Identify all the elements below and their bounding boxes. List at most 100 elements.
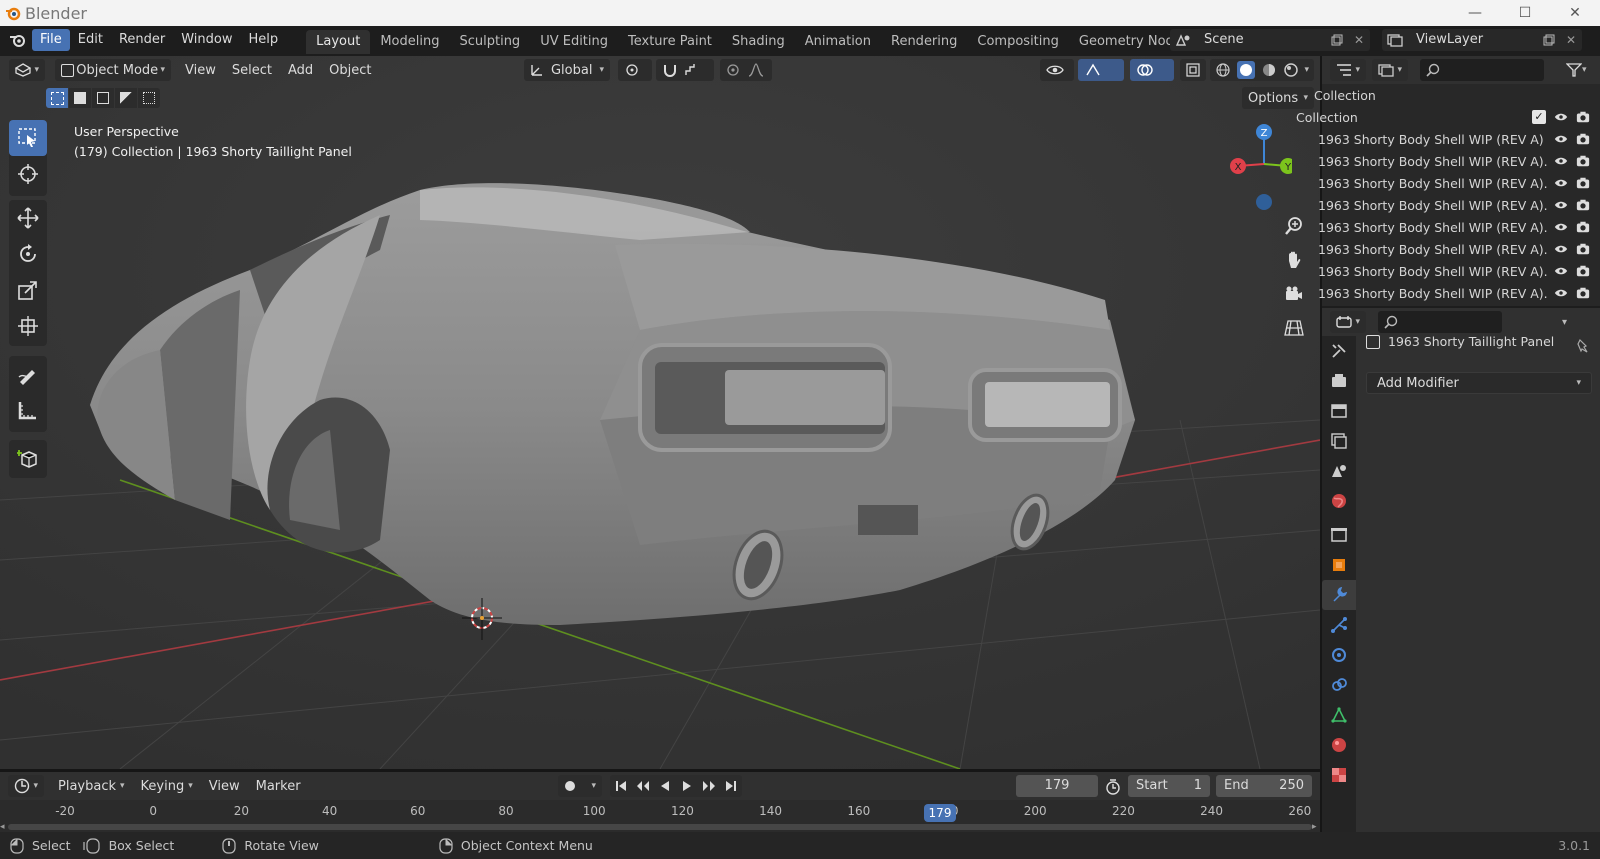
render-camera-icon[interactable] [1576, 176, 1590, 190]
tab-modifiers[interactable] [1322, 580, 1356, 610]
render-camera-icon[interactable] [1576, 132, 1590, 146]
outliner-item[interactable]: 1963 Shorty Body Shell WIP (REV A). [1318, 172, 1600, 194]
close-button[interactable]: ✕ [1550, 0, 1600, 26]
tab-collection[interactable] [1322, 520, 1356, 550]
visibility-eye-icon[interactable] [1554, 110, 1568, 124]
tab-texture[interactable] [1322, 760, 1356, 790]
visibility-eye-icon[interactable] [1554, 132, 1568, 146]
play-reverse-icon[interactable] [654, 775, 676, 797]
measure-tool[interactable] [9, 392, 47, 428]
tab-render[interactable] [1322, 366, 1356, 396]
editor-type-dropdown[interactable]: ▾ [9, 59, 45, 81]
select-box-tool[interactable] [9, 120, 47, 156]
move-tool[interactable] [9, 200, 47, 236]
3d-viewport[interactable] [0, 56, 1320, 769]
mode-dropdown[interactable]: Object Mode ▾ [55, 59, 171, 81]
outliner-item[interactable]: 1963 Shorty Body Shell WIP (REV A). [1318, 238, 1600, 260]
jump-start-icon[interactable] [610, 775, 632, 797]
visibility-eye-icon[interactable] [1554, 286, 1568, 300]
select-new-icon[interactable] [46, 88, 68, 108]
select-extend-icon[interactable] [69, 88, 91, 108]
outliner-item[interactable]: 1963 Shorty Body Shell WIP (REV A). [1318, 282, 1600, 304]
transform-tool[interactable] [9, 308, 47, 344]
visibility-dropdown[interactable] [1040, 59, 1074, 81]
render-camera-icon[interactable] [1576, 220, 1590, 234]
minimize-button[interactable]: — [1450, 0, 1500, 26]
tab-output[interactable] [1322, 396, 1356, 426]
timeline-menu-marker[interactable]: Marker [248, 779, 309, 794]
timeline-menu-view[interactable]: View [201, 779, 248, 794]
timeline-ruler[interactable]: -20020406080100120140160180200220240260 … [0, 800, 1320, 832]
cursor-tool[interactable] [9, 156, 47, 192]
viewport-menu-select[interactable]: Select [224, 63, 280, 78]
scale-tool[interactable] [9, 272, 47, 308]
xray-toggle[interactable] [1180, 59, 1206, 81]
scene-icon[interactable] [1170, 29, 1196, 51]
render-camera-icon[interactable] [1576, 264, 1590, 278]
outliner-item[interactable]: 1963 Shorty Body Shell WIP (REV A). [1318, 150, 1600, 172]
jump-keyframe-back-icon[interactable] [632, 775, 654, 797]
viewport-menu-view[interactable]: View [177, 63, 224, 78]
proportional-editing-controls[interactable] [720, 59, 772, 81]
menu-file[interactable]: File [32, 29, 70, 51]
outliner-scene-collection[interactable]: Collection [1314, 84, 1600, 106]
delete-scene-icon[interactable]: ✕ [1348, 29, 1370, 51]
render-camera-icon[interactable] [1576, 154, 1590, 168]
tab-constraints[interactable] [1322, 670, 1356, 700]
jump-end-icon[interactable] [720, 775, 742, 797]
scroll-left-icon[interactable]: ◂ [0, 822, 5, 832]
tab-world[interactable] [1322, 486, 1356, 516]
timeline-editor-type[interactable]: ▾ [8, 775, 44, 797]
zoom-icon[interactable] [1280, 212, 1308, 240]
viewport-menu-add[interactable]: Add [280, 63, 321, 78]
tab-tool[interactable] [1322, 336, 1356, 366]
render-camera-icon[interactable] [1576, 198, 1590, 212]
start-frame-field[interactable]: Start 1 [1128, 775, 1210, 797]
render-camera-icon[interactable] [1576, 110, 1590, 124]
tab-shading[interactable]: Shading [722, 30, 795, 54]
display-mode-dropdown[interactable]: ▾ [1372, 59, 1408, 81]
use-preview-range-icon[interactable] [1104, 778, 1122, 800]
viewport-menu-object[interactable]: Object [321, 63, 379, 78]
exclude-checkbox-icon[interactable]: ✓ [1532, 110, 1546, 124]
auto-keying-toggle[interactable]: ▾ [558, 775, 602, 797]
tab-view-layer[interactable] [1322, 426, 1356, 456]
render-camera-icon[interactable] [1576, 242, 1590, 256]
tab-layout[interactable]: Layout [306, 30, 371, 54]
wireframe-shading-icon[interactable] [1215, 62, 1231, 78]
properties-options-chevron-icon[interactable]: ▾ [1562, 317, 1567, 328]
add-modifier-dropdown[interactable]: Add Modifier ▾ [1366, 372, 1592, 394]
tab-modeling[interactable]: Modeling [370, 30, 449, 54]
menu-help[interactable]: Help [241, 29, 287, 51]
tab-physics[interactable] [1322, 640, 1356, 670]
snap-controls[interactable] [656, 59, 714, 81]
select-intersect-icon[interactable] [138, 88, 160, 108]
properties-editor-type[interactable]: ▾ [1330, 311, 1366, 333]
visibility-eye-icon[interactable] [1554, 198, 1568, 212]
play-icon[interactable] [676, 775, 698, 797]
tab-rendering[interactable]: Rendering [881, 30, 967, 54]
maximize-button[interactable]: ☐ [1500, 0, 1550, 26]
menu-render[interactable]: Render [111, 29, 173, 51]
pin-icon[interactable] [1574, 338, 1590, 354]
solid-shading-icon[interactable] [1236, 61, 1255, 79]
jump-keyframe-forward-icon[interactable] [698, 775, 720, 797]
outliner-collection-row[interactable]: Collection ✓ [1296, 106, 1600, 128]
ortho-perspective-icon[interactable] [1280, 314, 1308, 342]
render-camera-icon[interactable] [1576, 286, 1590, 300]
tab-material[interactable] [1322, 730, 1356, 760]
pan-hand-icon[interactable] [1280, 246, 1308, 274]
visibility-eye-icon[interactable] [1554, 154, 1568, 168]
properties-search-field[interactable] [1378, 311, 1502, 333]
tab-object[interactable] [1322, 550, 1356, 580]
tab-compositing[interactable]: Compositing [967, 30, 1069, 54]
options-dropdown[interactable]: Options ▾ [1242, 87, 1314, 109]
tab-particles[interactable] [1322, 610, 1356, 640]
timeline-menu-keying[interactable]: Keying ▾ [133, 779, 201, 794]
gizmo-toggle[interactable] [1078, 59, 1124, 81]
visibility-eye-icon[interactable] [1554, 264, 1568, 278]
new-viewlayer-icon[interactable] [1538, 29, 1560, 51]
transform-orientation-dropdown[interactable]: Global ▾ [524, 59, 610, 81]
tab-object-data[interactable] [1322, 700, 1356, 730]
material-shading-icon[interactable] [1261, 62, 1277, 78]
